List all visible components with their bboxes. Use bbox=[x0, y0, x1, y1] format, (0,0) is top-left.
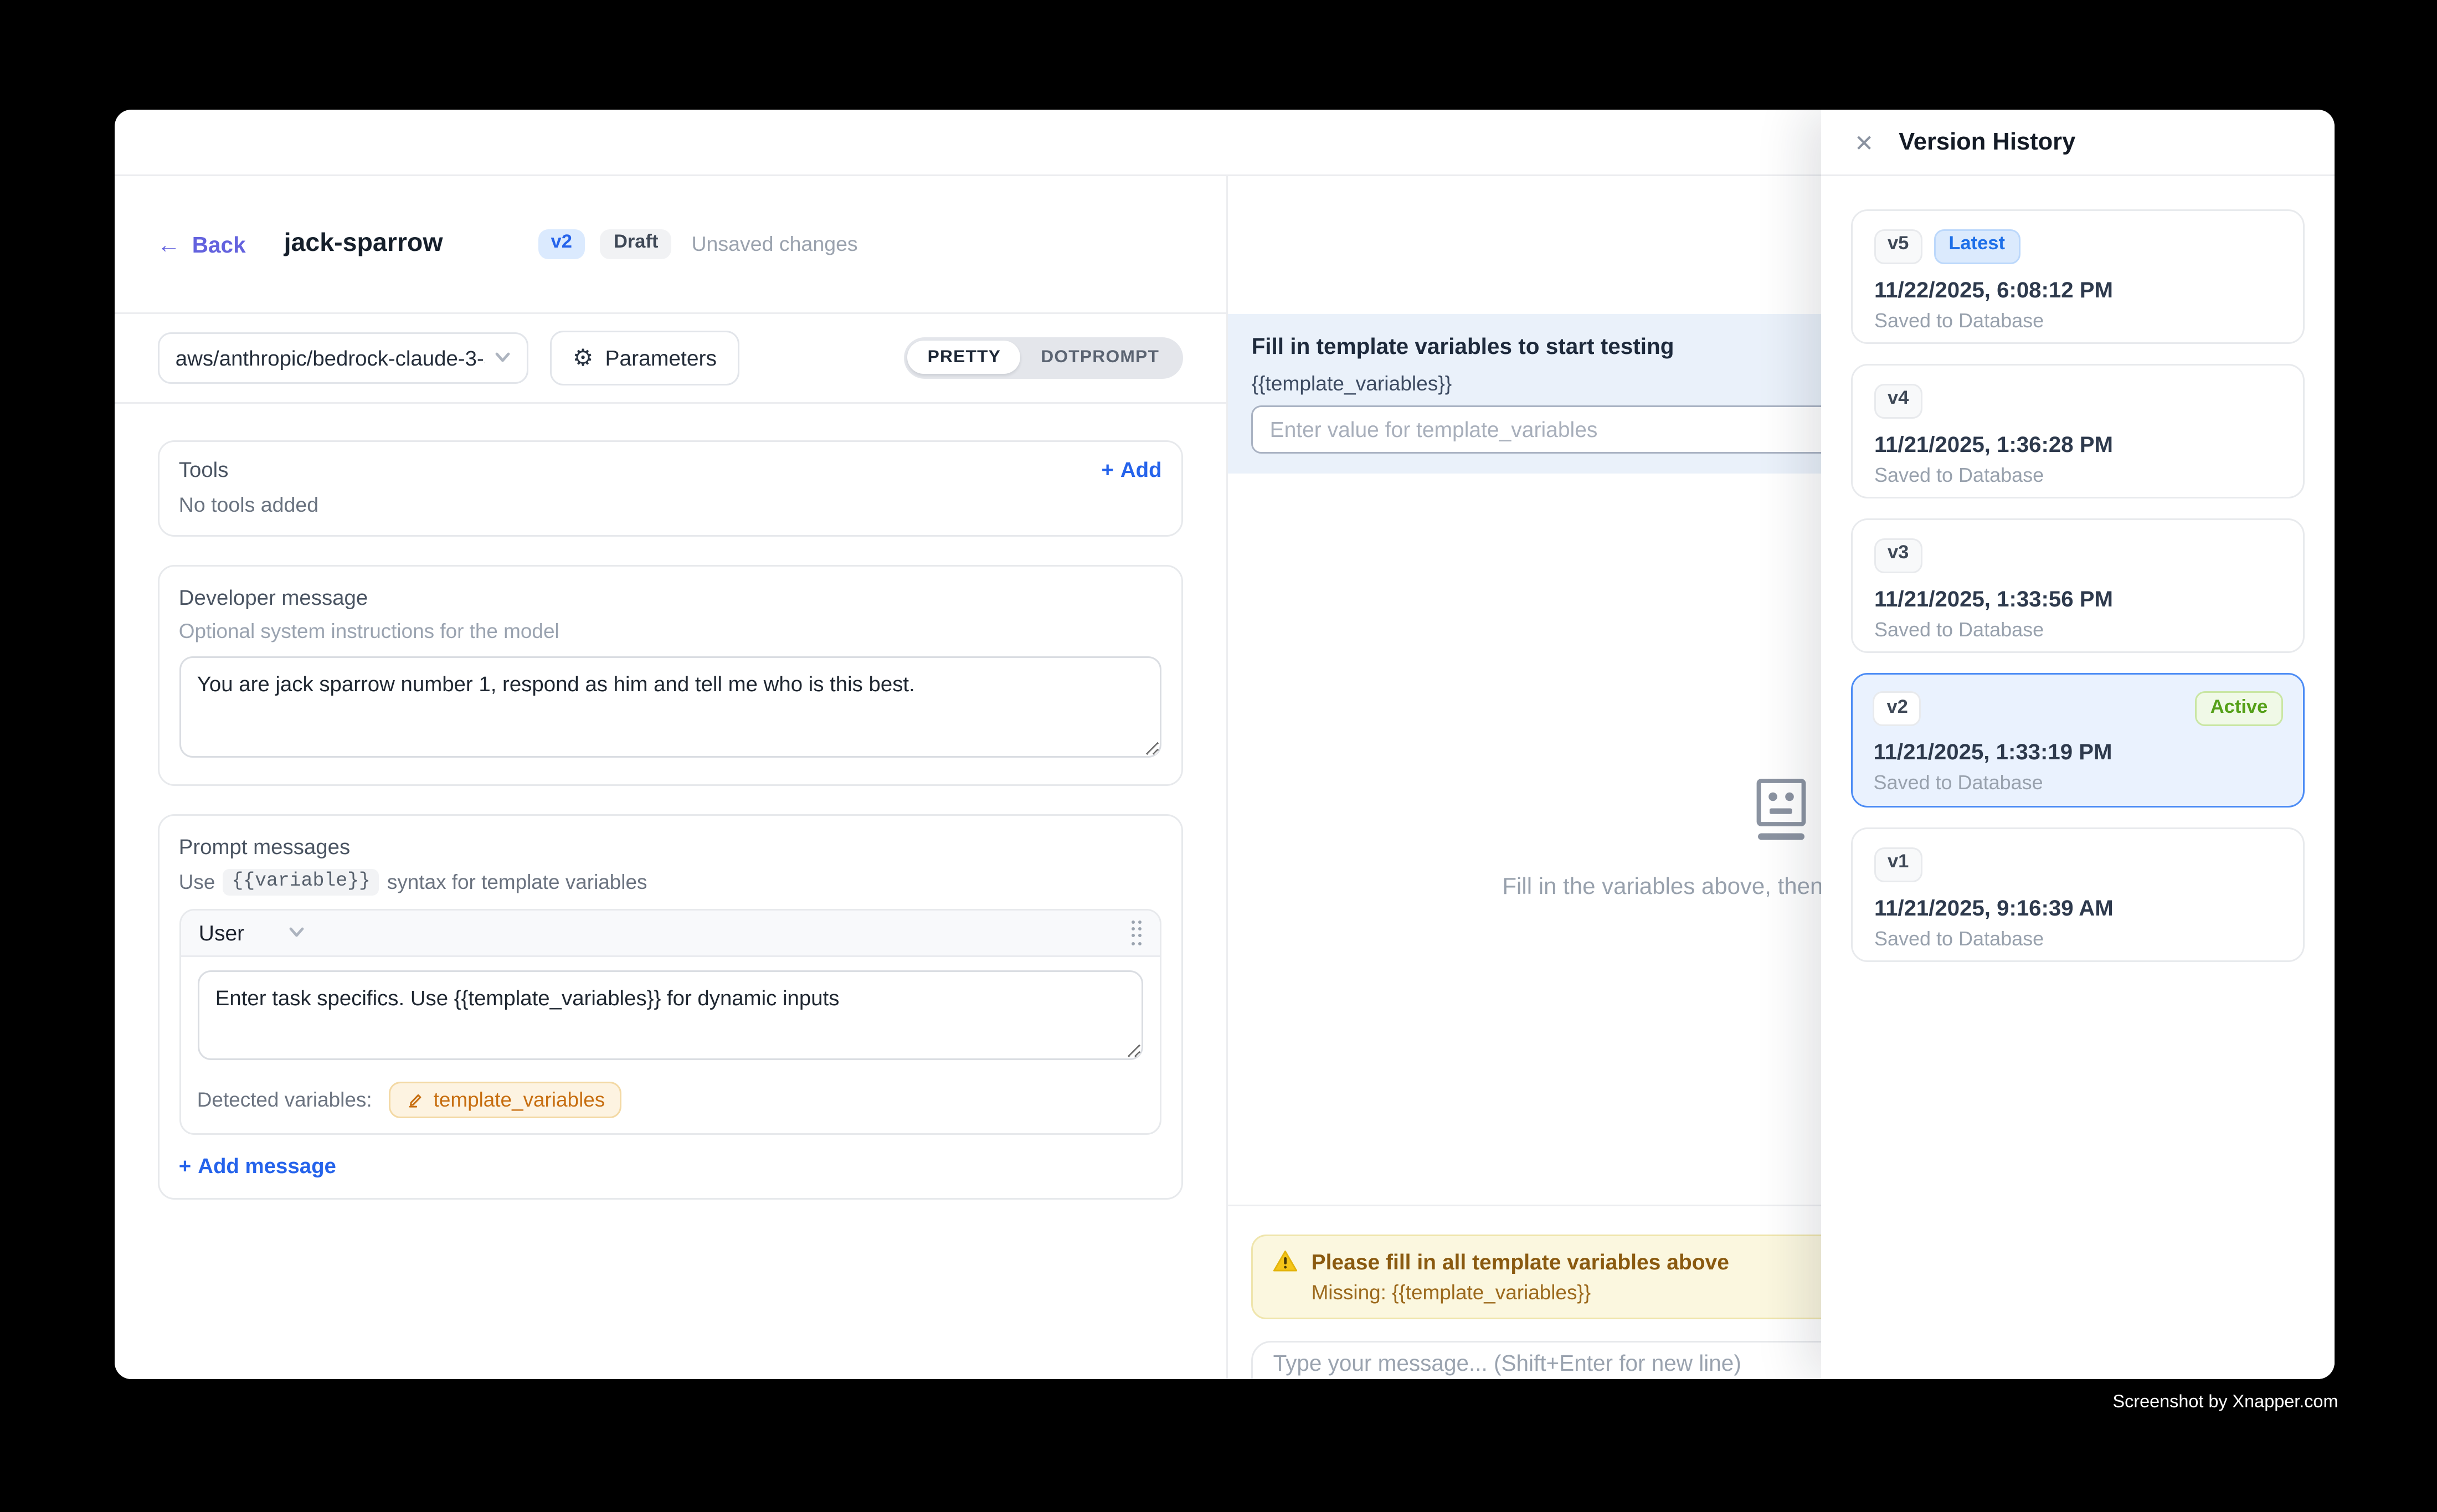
developer-message-card: Developer message Optional system instru… bbox=[157, 564, 1184, 785]
robot-face-icon bbox=[1745, 778, 1818, 847]
prompt-editor-column: ← Back jack-sparrow v2 Draft Unsaved cha… bbox=[114, 177, 1228, 1379]
version-card[interactable]: v5 Latest 11/22/2025, 6:08:12 PM Saved t… bbox=[1851, 209, 2305, 343]
add-message-label: Add message bbox=[198, 1153, 336, 1177]
version-history-header: ✕ Version History bbox=[1821, 109, 2335, 177]
model-select-value: aws/anthropic/bedrock-claude-3-5-s... bbox=[176, 345, 485, 370]
message-role-select[interactable]: User bbox=[199, 920, 244, 945]
version-timestamp: 11/22/2025, 6:08:12 PM bbox=[1874, 277, 2282, 302]
template-variable-name: template_variables bbox=[434, 1088, 605, 1111]
draft-badge: Draft bbox=[600, 229, 672, 260]
parameters-button[interactable]: ⚙ Parameters bbox=[549, 330, 740, 385]
syntax-suffix: syntax for template variables bbox=[387, 870, 647, 893]
model-select[interactable]: aws/anthropic/bedrock-claude-3-5-s... bbox=[157, 332, 528, 383]
close-icon[interactable]: ✕ bbox=[1854, 131, 1874, 154]
version-card[interactable]: v3 11/21/2025, 1:33:56 PM Saved to Datab… bbox=[1851, 518, 2305, 652]
version-history-panel: ✕ Version History v5 Latest 11/22/2025, … bbox=[1821, 109, 2335, 1379]
screenshot-credit: Screenshot by Xnapper.com bbox=[2113, 1392, 2338, 1412]
syntax-prefix: Use bbox=[179, 870, 215, 893]
page-title: jack-sparrow bbox=[284, 229, 443, 259]
tools-empty-text: No tools added bbox=[179, 493, 1162, 516]
version-id-badge: v5 bbox=[1874, 229, 1922, 264]
prompt-messages-card: Prompt messages Use {{variable}} syntax … bbox=[157, 814, 1184, 1199]
stage: ← Back jack-sparrow v2 Draft Unsaved cha… bbox=[0, 0, 2437, 1512]
variable-syntax-chip: {{variable}} bbox=[223, 868, 379, 895]
app-window: ← Back jack-sparrow v2 Draft Unsaved cha… bbox=[114, 109, 2335, 1379]
chevron-down-icon bbox=[289, 928, 304, 938]
warning-title-text: Please fill in all template variables ab… bbox=[1312, 1249, 1729, 1274]
add-tool-label: Add bbox=[1120, 456, 1162, 481]
back-arrow-icon: ← bbox=[157, 233, 181, 256]
syntax-hint: Use {{variable}} syntax for template var… bbox=[179, 868, 1162, 895]
version-saved-label: Saved to Database bbox=[1874, 463, 2282, 486]
warning-icon bbox=[1273, 1249, 1298, 1273]
drag-handle-icon[interactable] bbox=[1132, 920, 1142, 945]
version-saved-label: Saved to Database bbox=[1874, 927, 2282, 950]
message-block: User Enter task specifics. Use {{templat… bbox=[179, 908, 1162, 1134]
gear-icon: ⚙ bbox=[573, 346, 594, 369]
version-saved-label: Saved to Database bbox=[1874, 308, 2282, 332]
version-card[interactable]: v1 11/21/2025, 9:16:39 AM Saved to Datab… bbox=[1851, 827, 2305, 961]
detected-variables-label: Detected variables: bbox=[197, 1088, 372, 1111]
message-textarea[interactable]: Enter task specifics. Use {{template_var… bbox=[197, 970, 1144, 1060]
message-body: Enter task specifics. Use {{template_var… bbox=[181, 956, 1160, 1073]
version-saved-label: Saved to Database bbox=[1874, 618, 2282, 641]
version-id-badge: v2 bbox=[1873, 692, 1921, 726]
version-timestamp: 11/21/2025, 1:33:56 PM bbox=[1874, 586, 2282, 611]
add-tool-button[interactable]: + Add bbox=[1101, 456, 1161, 481]
plus-icon: + bbox=[1101, 456, 1113, 481]
version-list: v5 Latest 11/22/2025, 6:08:12 PM Saved t… bbox=[1821, 177, 2335, 994]
toggle-dotprompt[interactable]: DOTPROMPT bbox=[1021, 341, 1179, 374]
toggle-pretty[interactable]: PRETTY bbox=[908, 341, 1021, 374]
version-timestamp: 11/21/2025, 1:33:19 PM bbox=[1873, 740, 2282, 765]
tools-label: Tools bbox=[179, 456, 229, 481]
version-id-badge: v3 bbox=[1874, 538, 1922, 573]
add-message-button[interactable]: + Add message bbox=[179, 1153, 1162, 1177]
developer-message-hint: Optional system instructions for the mod… bbox=[179, 619, 1162, 642]
pencil-icon bbox=[405, 1091, 424, 1109]
editor-cards: Tools + Add No tools added Developer mes… bbox=[114, 403, 1227, 1236]
plus-icon: + bbox=[179, 1153, 191, 1177]
version-card[interactable]: v4 11/21/2025, 1:36:28 PM Saved to Datab… bbox=[1851, 364, 2305, 498]
chevron-down-icon bbox=[495, 353, 510, 363]
version-timestamp: 11/21/2025, 1:36:28 PM bbox=[1874, 431, 2282, 456]
page-header: ← Back jack-sparrow v2 Draft Unsaved cha… bbox=[114, 177, 1227, 314]
model-toolbar: aws/anthropic/bedrock-claude-3-5-s... ⚙ … bbox=[114, 313, 1227, 403]
parameters-label: Parameters bbox=[605, 345, 717, 370]
version-status-badge: Active bbox=[2196, 692, 2283, 726]
prompt-messages-label: Prompt messages bbox=[179, 834, 1162, 858]
version-history-title: Version History bbox=[1899, 129, 2075, 156]
back-label: Back bbox=[192, 232, 246, 257]
version-card[interactable]: v2 Active 11/21/2025, 1:33:19 PM Saved t… bbox=[1851, 673, 2305, 807]
version-id-badge: v4 bbox=[1874, 384, 1922, 418]
developer-message-textarea[interactable]: You are jack sparrow number 1, respond a… bbox=[179, 656, 1162, 757]
version-id-badge: v1 bbox=[1874, 847, 1922, 882]
message-header: User bbox=[181, 910, 1160, 956]
developer-message-label: Developer message bbox=[179, 584, 1162, 609]
version-status-badge: Latest bbox=[1934, 229, 2020, 264]
view-mode-toggle: PRETTY DOTPROMPT bbox=[903, 337, 1183, 378]
version-badge: v2 bbox=[538, 229, 585, 260]
detected-variables-row: Detected variables: template_variables bbox=[181, 1073, 1160, 1133]
tools-card: Tools + Add No tools added bbox=[157, 440, 1184, 536]
version-saved-label: Saved to Database bbox=[1873, 772, 2282, 795]
back-button[interactable]: ← Back bbox=[157, 232, 246, 257]
version-timestamp: 11/21/2025, 9:16:39 AM bbox=[1874, 895, 2282, 920]
template-variable-chip[interactable]: template_variables bbox=[389, 1081, 622, 1118]
unsaved-changes-label: Unsaved changes bbox=[691, 233, 857, 256]
